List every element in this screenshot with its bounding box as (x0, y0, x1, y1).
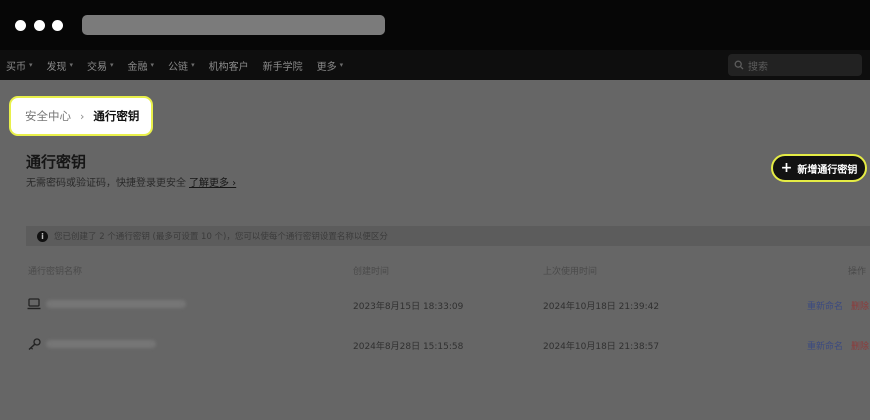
page-description: 无需密码或验证码，快捷登录更安全 了解更多 › (26, 174, 236, 189)
nav-label: 买币 (6, 61, 26, 73)
notice-text: 您已创建了 2 个通行密钥 (最多可设置 10 个)，您可以使每个通行密钥设置名… (54, 232, 388, 242)
created-time: 2023年8月15日 18:33:09 (353, 302, 464, 312)
laptop-icon (27, 298, 41, 310)
nav-item-trade[interactable]: 交易 ▾ (87, 58, 114, 73)
delete-button[interactable]: 删除 (851, 339, 869, 352)
rename-button[interactable]: 重新命名 (807, 339, 843, 352)
nav-label: 机构客户 (208, 61, 249, 73)
column-header-last-used: 上次使用时间 (543, 267, 598, 277)
nav-label: 公链 (168, 61, 189, 73)
breadcrumb-parent-link[interactable]: 安全中心 (25, 108, 71, 124)
passkey-name-blurred (46, 340, 156, 348)
browser-titlebar (0, 0, 870, 50)
breadcrumb: 安全中心 › 通行密钥 (9, 96, 153, 136)
passkey-name-blurred (46, 300, 186, 308)
info-notice: i 您已创建了 2 个通行密钥 (最多可设置 10 个)，您可以使每个通行密钥设… (26, 226, 870, 246)
breadcrumb-separator-icon: › (80, 109, 85, 123)
info-icon: i (37, 230, 48, 242)
nav-item-more[interactable]: 更多 ▾ (317, 58, 344, 73)
chevron-down-icon: ▾ (110, 61, 114, 69)
add-passkey-button[interactable]: + 新增通行密钥 (771, 154, 867, 182)
page-title: 通行密钥 (26, 153, 87, 171)
column-header-created: 创建时间 (353, 267, 390, 277)
learn-more-link[interactable]: 了解更多 › (189, 178, 236, 189)
chevron-down-icon: ▾ (339, 61, 344, 69)
window-close-dot[interactable] (15, 20, 26, 31)
plus-icon: + (780, 160, 793, 176)
nav-label: 发现 (46, 61, 67, 73)
search-icon (734, 60, 744, 70)
window-minimize-dot[interactable] (34, 20, 45, 31)
nav-item-finance[interactable]: 金融 ▾ (128, 58, 155, 73)
address-bar[interactable] (82, 15, 385, 35)
breadcrumb-current: 通行密钥 (93, 109, 140, 123)
key-icon (28, 338, 41, 350)
column-header-actions: 操作 (848, 267, 867, 277)
nav-label: 新手学院 (262, 61, 303, 73)
window-maximize-dot[interactable] (52, 20, 63, 31)
chevron-down-icon: ▾ (150, 61, 155, 69)
column-header-name: 通行密钥名称 (28, 267, 83, 277)
search-placeholder: 搜索 (748, 61, 768, 73)
chevron-down-icon: ▾ (29, 61, 33, 69)
nav-item-institutional[interactable]: 机构客户 (209, 58, 249, 73)
nav-item-discover[interactable]: 发现 ▾ (47, 58, 74, 73)
created-time: 2024年8月28日 15:15:58 (353, 342, 464, 352)
search-input[interactable]: 搜索 (728, 54, 862, 76)
chevron-down-icon: ▾ (191, 61, 195, 69)
nav-label: 交易 (87, 61, 108, 73)
nav-item-academy[interactable]: 新手学院 (263, 58, 303, 73)
last-used-time: 2024年10月18日 21:38:57 (543, 342, 660, 352)
nav-label: 金融 (127, 61, 148, 73)
rename-button[interactable]: 重新命名 (807, 299, 843, 312)
last-used-time: 2024年10月18日 21:39:42 (543, 302, 660, 312)
chevron-down-icon: ▾ (69, 61, 74, 69)
description-text: 无需密码或验证码，快捷登录更安全 (26, 178, 186, 189)
nav-item-buy[interactable]: 买币 ▾ (6, 58, 33, 73)
add-passkey-label: 新增通行密钥 (797, 164, 858, 176)
delete-button[interactable]: 删除 (851, 299, 869, 312)
nav-item-chain[interactable]: 公链 ▾ (168, 58, 195, 73)
top-navigation: 买币 ▾ 发现 ▾ 交易 ▾ 金融 ▾ 公链 ▾ 机构客户 新手学院 更多 ▾ 搜索 (0, 50, 870, 80)
nav-label: 更多 (316, 61, 337, 73)
